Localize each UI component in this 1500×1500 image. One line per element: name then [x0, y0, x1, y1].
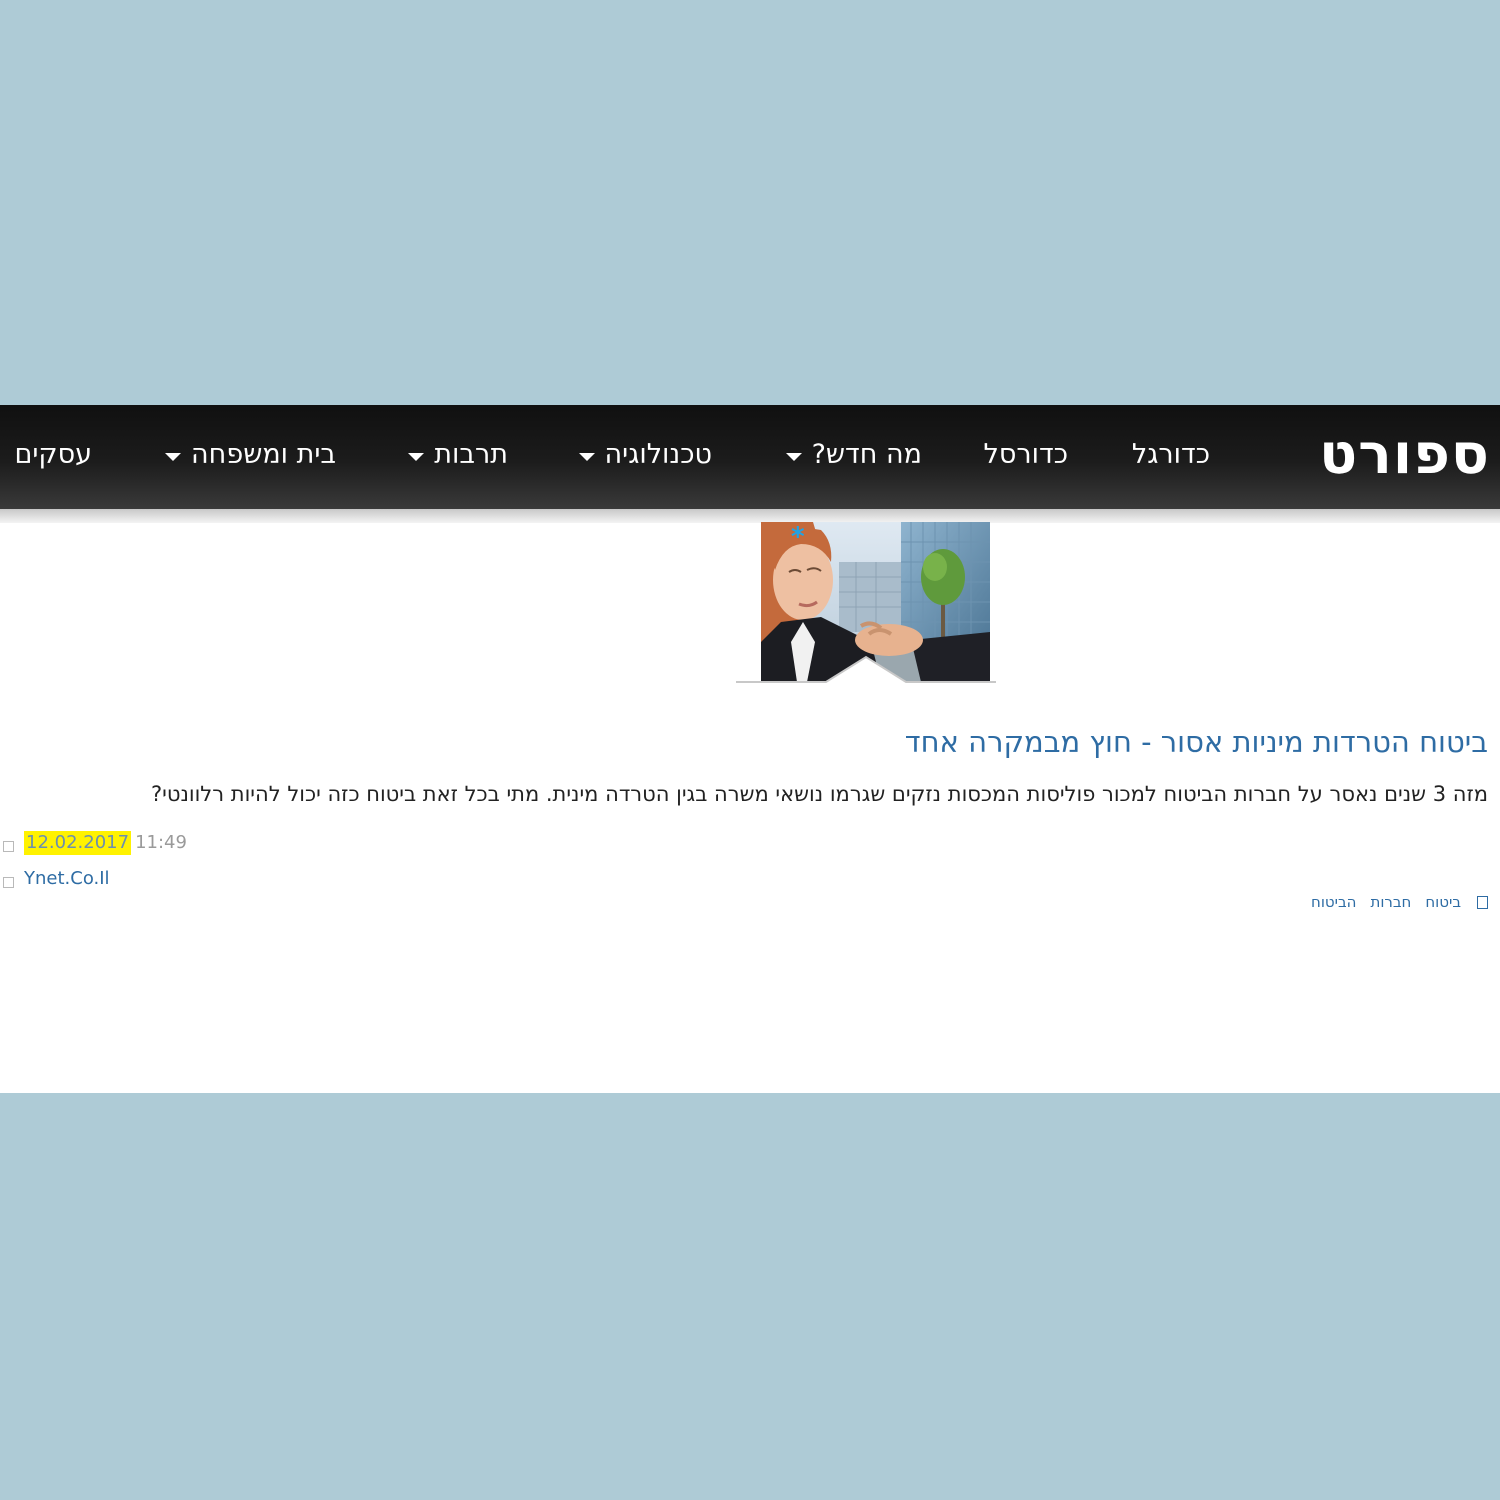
tag-link[interactable]: הביטוח — [1311, 893, 1356, 911]
source-row: Ynet.Co.Il — [3, 867, 110, 891]
calendar-icon — [3, 840, 14, 852]
nav-item-label: עסקים — [14, 439, 92, 470]
image-frame — [736, 655, 996, 690]
article-title[interactable]: ביטוח הטרדות מיניות אסור - חוץ מבמקרה אח… — [905, 723, 1488, 761]
nav-item-label: בית ומשפחה — [191, 439, 336, 470]
article-image-wrap[interactable]: * — [736, 522, 996, 692]
nav-item-technology[interactable]: טכנולוגיה — [578, 435, 712, 475]
navbar-shadow — [0, 509, 1500, 523]
nav-item-football[interactable]: כדורגל — [1132, 435, 1210, 475]
nav-item-label: כדורסל — [983, 439, 1068, 470]
nav-item-culture[interactable]: תרבות — [408, 435, 508, 475]
date-row: 12.02.2017 11:49 — [3, 831, 187, 855]
article-date: 12.02.2017 — [24, 831, 132, 855]
nav-item-business[interactable]: עסקים — [14, 435, 92, 475]
nav-item-basketball[interactable]: כדורסל — [984, 435, 1068, 475]
star-icon: * — [791, 522, 805, 552]
article-source-link[interactable]: Ynet.Co.Il — [24, 867, 110, 891]
tag-link[interactable]: ביטוח — [1425, 893, 1461, 911]
nav-item-label: תרבות — [434, 439, 508, 470]
source-icon — [3, 876, 14, 888]
page: ספורט כדורגל כדורסל מה חדש? טכנולוגיה תר… — [0, 405, 1500, 1093]
article-summary: מזה 3 שנים נאסר על חברות הביטוח למכור פו… — [151, 782, 1488, 806]
nav-item-whats-new[interactable]: מה חדש? — [785, 435, 922, 475]
article-time: 11:49 — [135, 832, 187, 853]
caret-down-icon — [578, 453, 595, 461]
site-brand[interactable]: ספורט — [1319, 423, 1490, 487]
nav-item-home-family[interactable]: בית ומשפחה — [165, 435, 336, 475]
nav-item-label: כדורגל — [1131, 439, 1210, 470]
tag-link[interactable]: חברות — [1370, 893, 1411, 911]
tag-icon — [1477, 895, 1488, 909]
top-navbar: ספורט כדורגל כדורסל מה חדש? טכנולוגיה תר… — [0, 405, 1500, 509]
caret-down-icon — [785, 453, 802, 461]
article-tags: ביטוח חברות הביטוח — [1311, 893, 1488, 911]
nav-item-label: מה חדש? — [811, 439, 922, 470]
caret-down-icon — [165, 453, 182, 461]
nav-item-label: טכנולוגיה — [604, 439, 712, 470]
caret-down-icon — [408, 453, 425, 461]
